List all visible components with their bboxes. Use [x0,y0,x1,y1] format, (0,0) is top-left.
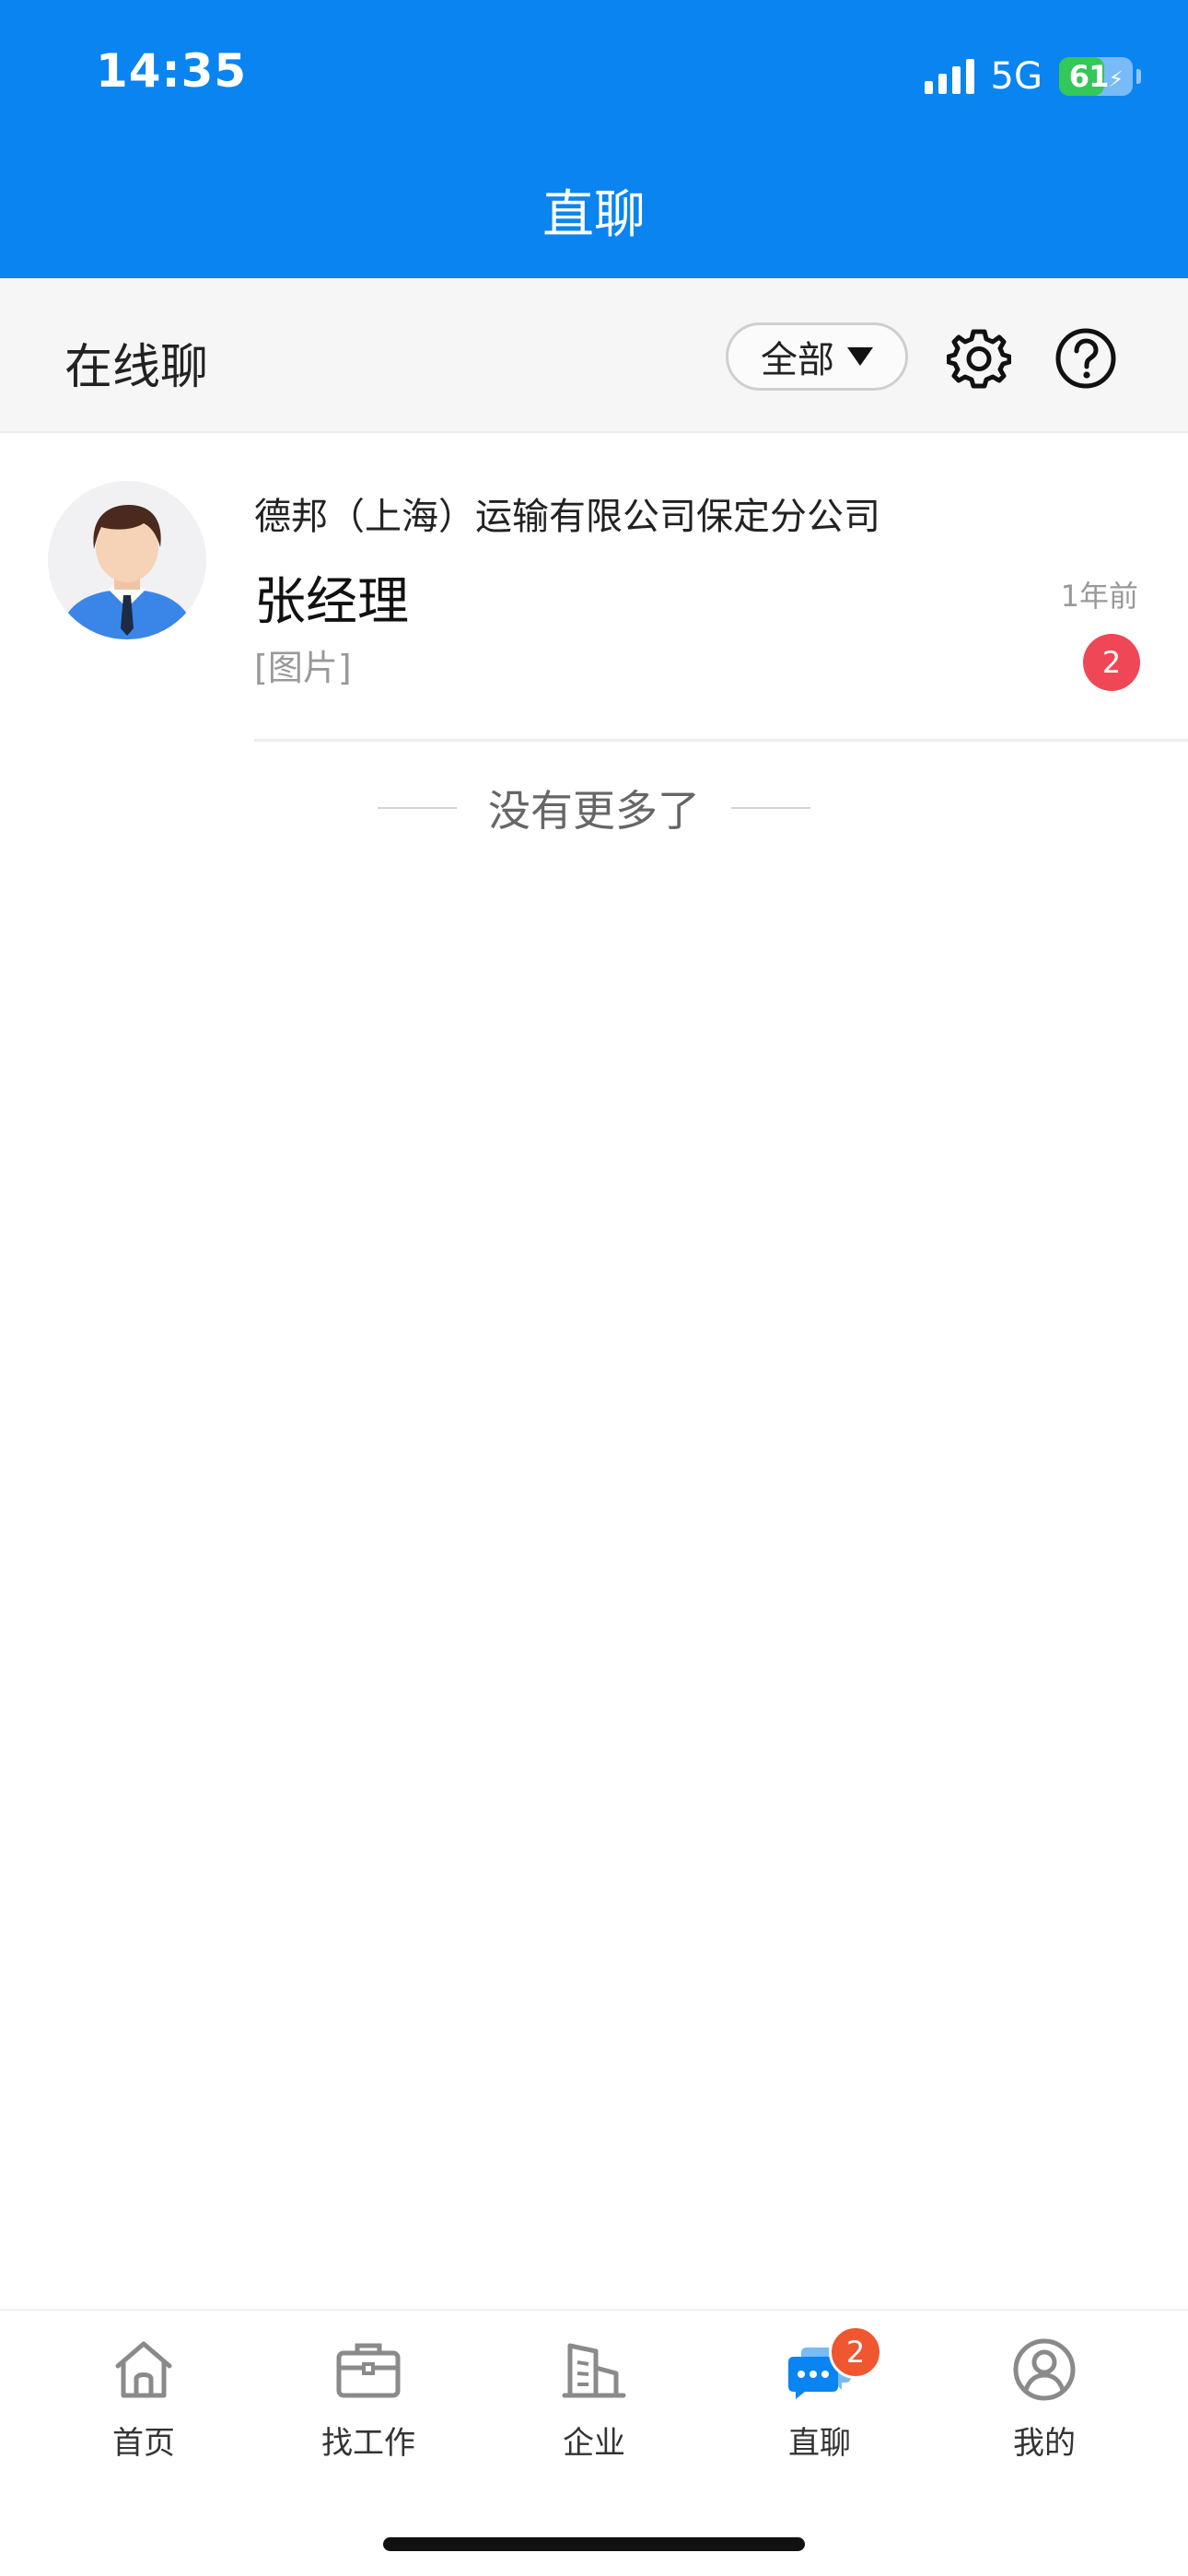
list-end-indicator: 没有更多了 [0,776,1188,840]
tab-label: 找工作 [321,2425,415,2462]
battery-level: 61⚡ [1068,59,1124,94]
battery-cap [1136,69,1141,84]
tab-label: 直聊 [788,2425,851,2462]
conversation-preview: [图片] [254,648,352,688]
user-avatar-icon [48,481,206,639]
settings-icon[interactable] [947,326,1011,391]
bottom-tab-bar: 首页 找工作 企业 直聊 我的 [0,2309,1188,2576]
avatar [48,481,206,639]
divider [254,739,1188,742]
tab-chat[interactable]: 直聊 [728,2335,912,2482]
caret-down-icon [847,347,873,366]
conversation-company: 德邦（上海）运输有限公司保定分公司 [254,496,880,538]
briefcase-icon [336,2343,401,2398]
filter-label: 全部 [761,339,834,381]
signal-icon [924,59,974,94]
tab-label: 首页 [112,2425,175,2462]
home-icon [115,2341,172,2398]
page-title: 直聊 [542,185,646,245]
network-type: 5G [990,55,1042,98]
status-time: 14:35 [96,44,248,98]
conversation-time: 1年前 [1060,579,1138,614]
filter-dropdown[interactable]: 全部 [726,322,908,391]
list-end-text: 没有更多了 [488,786,700,836]
tab-profile[interactable]: 我的 [952,2335,1136,2482]
tab-companies[interactable]: 企业 [502,2335,686,2482]
help-icon[interactable] [1054,326,1118,391]
screen: 14:35 5G 61⚡ 直聊 在线聊 全部 德邦（上海）运输有限公司保定分公司… [0,0,1188,2576]
top-bar: 14:35 5G 61⚡ 直聊 [0,0,1188,278]
tab-label: 我的 [1013,2425,1076,2462]
unread-badge: 2 [1083,634,1140,691]
conversation-contact-name: 张经理 [254,572,409,632]
status-indicators: 5G 61⚡ [924,53,1141,100]
divider-right [731,807,810,809]
battery-icon: 61⚡ [1059,57,1141,96]
tab-label: 企业 [563,2425,625,2462]
profile-icon [1013,2338,1076,2401]
tab-jobs[interactable]: 找工作 [276,2335,460,2482]
building-icon [562,2343,626,2398]
tab-home[interactable]: 首页 [52,2335,236,2482]
section-title: 在线聊 [64,340,209,395]
conversation-item[interactable]: 德邦（上海）运输有限公司保定分公司 张经理 1年前 [图片] [0,435,1188,743]
home-indicator[interactable] [383,2537,805,2551]
tab-chat-badge: 2 [829,2325,882,2379]
divider-left [378,807,457,809]
